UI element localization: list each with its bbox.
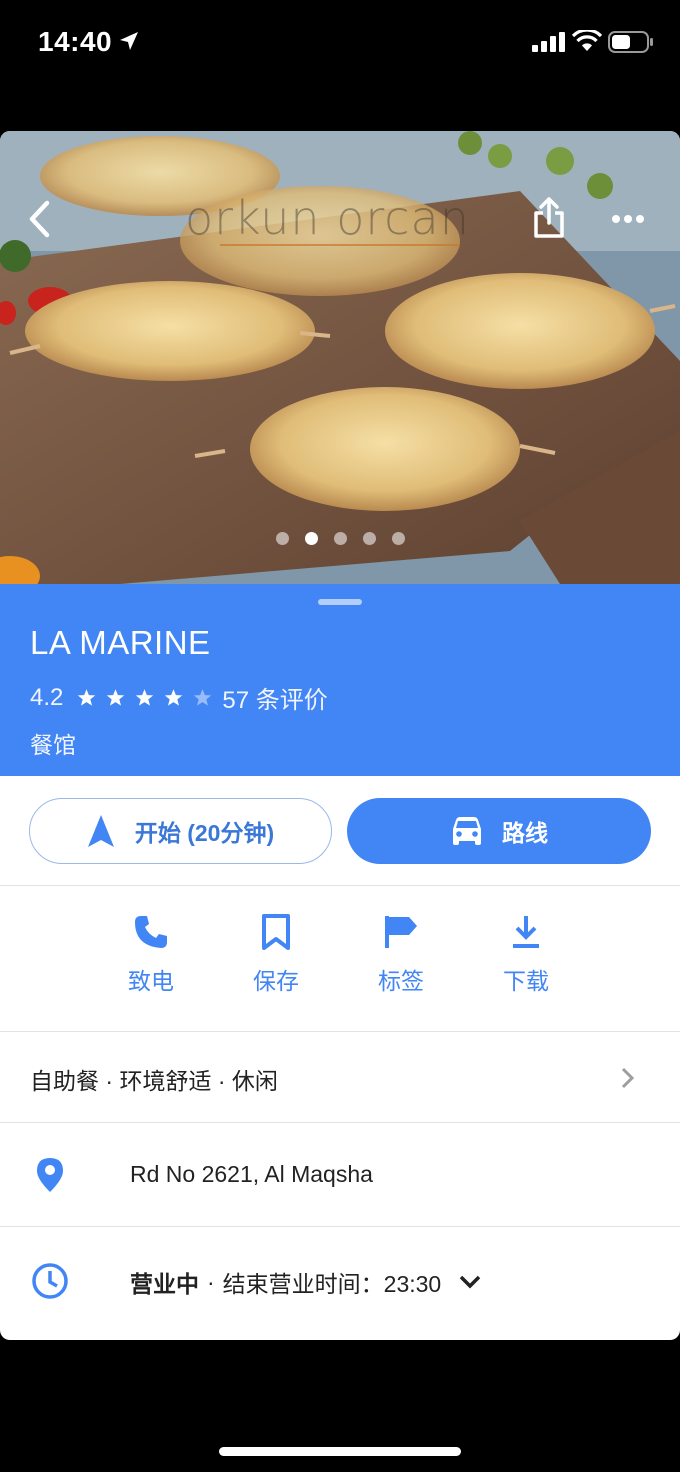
place-header[interactable]: LA MARINE 4.2 57 条评价 餐馆 [0, 584, 680, 776]
attributes-row[interactable]: 自助餐 · 环境舒适 · 休闲 [0, 1032, 680, 1123]
clock-icon [32, 1263, 68, 1299]
page-dot-active[interactable] [305, 532, 318, 545]
closing-time: 结束营业时间：23:30 [222, 1271, 442, 1297]
battery-icon [608, 31, 653, 53]
quick-actions-row: 致电 保存 标签 下载 [0, 886, 680, 1032]
attributes-text: 自助餐 · 环境舒适 · 休闲 [30, 1068, 278, 1094]
home-indicator[interactable] [219, 1447, 461, 1456]
label-label: 标签 [378, 968, 424, 994]
chevron-right-icon [621, 1067, 635, 1089]
start-button-label: 开始 (20分钟) [134, 820, 275, 846]
download-button[interactable]: 下载 [476, 914, 576, 996]
rating-stars [77, 688, 212, 707]
photo-watermark: orkun orcan [185, 191, 470, 245]
star-full-icon [165, 689, 183, 706]
place-photo-carousel[interactable]: orkun orcan [0, 131, 680, 584]
action-button-row: 开始 (20分钟) 路线 [0, 776, 680, 886]
page-dot[interactable] [276, 532, 289, 545]
page-dot[interactable] [363, 532, 376, 545]
place-name: LA MARINE [30, 624, 211, 661]
location-pin-icon [37, 1158, 63, 1192]
share-icon [534, 197, 564, 238]
save-button[interactable]: 保存 [226, 914, 326, 996]
call-label: 致电 [128, 968, 174, 994]
open-status: 营业中 [130, 1271, 199, 1297]
star-full-icon [136, 689, 154, 706]
save-label: 保存 [253, 968, 299, 994]
page-dot[interactable] [392, 532, 405, 545]
star-full-icon [107, 689, 125, 706]
directions-button-label: 路线 [502, 820, 548, 846]
more-options-button[interactable] [606, 197, 650, 241]
car-icon [453, 817, 481, 845]
hours-row[interactable]: 营业中 · 结束营业时间：23:30 [0, 1227, 680, 1331]
bookmark-icon [262, 914, 290, 950]
photo-page-indicator[interactable] [276, 532, 405, 545]
rating-value: 4.2 [30, 683, 64, 711]
back-arrow-icon [29, 200, 50, 238]
hours-text: 营业中 · 结束营业时间：23:30 [130, 1265, 481, 1299]
download-label: 下载 [503, 968, 549, 994]
review-count: 57 条评价 [222, 687, 328, 714]
call-button[interactable]: 致电 [101, 914, 201, 996]
status-bar: 14:40 [0, 0, 680, 84]
back-button[interactable] [18, 197, 62, 241]
more-horizontal-icon [612, 215, 644, 223]
place-card: orkun orcan LA MARINE 4.2 57 条评价 餐馆 开始 (… [0, 131, 680, 1340]
download-icon [513, 916, 539, 948]
watermark-underline [220, 244, 460, 246]
wifi-icon [572, 30, 602, 51]
address-row[interactable]: Rd No 2621, Al Maqsha [0, 1123, 680, 1227]
start-navigation-button[interactable]: 开始 (20分钟) [29, 798, 332, 864]
chevron-down-icon[interactable] [459, 1275, 481, 1289]
star-full-icon [78, 689, 96, 706]
directions-button[interactable]: 路线 [347, 798, 651, 864]
label-button[interactable]: 标签 [351, 914, 451, 996]
drag-handle[interactable] [318, 599, 362, 605]
location-arrow-icon [120, 32, 138, 50]
page-dot[interactable] [334, 532, 347, 545]
flag-icon [385, 916, 417, 948]
cellular-signal-icon [532, 32, 565, 52]
place-category: 餐馆 [30, 732, 76, 758]
share-button[interactable] [527, 195, 571, 239]
address-text: Rd No 2621, Al Maqsha [130, 1161, 373, 1187]
star-empty-icon [194, 689, 212, 706]
status-time: 14:40 [38, 26, 113, 57]
separator-dot: · [207, 1268, 215, 1295]
navigation-arrow-icon [87, 815, 114, 847]
phone-icon [135, 916, 167, 948]
rating-row[interactable]: 4.2 57 条评价 [30, 680, 328, 715]
